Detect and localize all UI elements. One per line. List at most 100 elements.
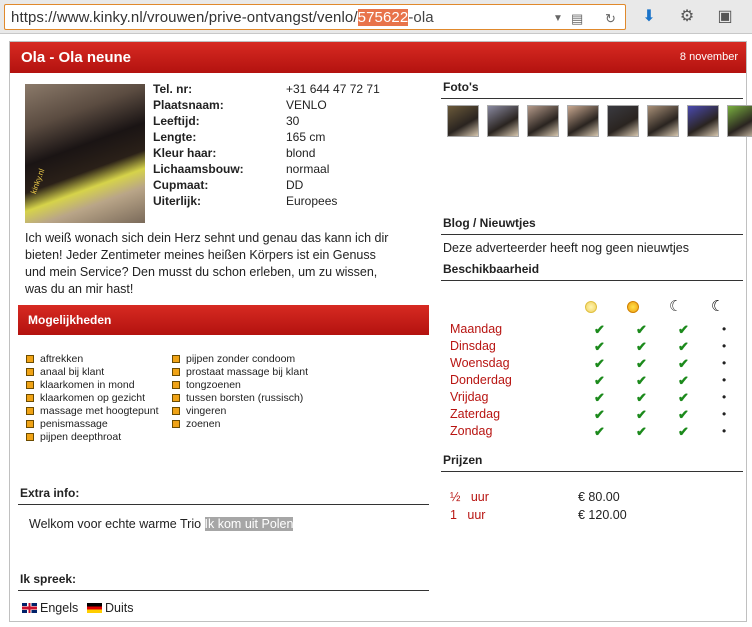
- check-icon: ✔: [678, 424, 689, 439]
- check-icon: ✔: [678, 373, 689, 388]
- photo-thumbnail[interactable]: [527, 105, 559, 137]
- day-name: Woensdag: [450, 356, 510, 370]
- profile-description: Ich weiß wonach sich dein Herz sehnt und…: [25, 231, 389, 296]
- check-icon: ✔: [636, 339, 647, 354]
- bullet-icon: [172, 381, 180, 389]
- profile-label: Tel. nr:: [153, 82, 193, 96]
- profile-value: blond: [286, 146, 316, 160]
- language-german: Duits: [87, 601, 133, 615]
- profile-photo[interactable]: [25, 84, 145, 223]
- night-moon-icon: ☾: [711, 298, 725, 315]
- photo-thumbnail[interactable]: [487, 105, 519, 137]
- dropdown-arrow-icon[interactable]: ▼: [553, 13, 563, 24]
- unavailable-dot: •: [722, 356, 727, 370]
- day-name: Vrijdag: [450, 390, 489, 404]
- profile-label: Uiterlijk:: [153, 194, 202, 208]
- mogelijkheid-item: klaarkomen op gezicht: [26, 392, 159, 405]
- bullet-icon: [26, 407, 34, 415]
- photo-thumbnail[interactable]: [687, 105, 719, 137]
- page-title: Ola - Ola neune: [21, 49, 132, 66]
- browser-toolbar: https://www.kinky.nl/vrouwen/prive-ontva…: [0, 0, 752, 34]
- mogelijkheid-item: vingeren: [172, 405, 308, 418]
- price-value: € 80.00: [578, 490, 620, 504]
- bullet-icon: [26, 433, 34, 441]
- bullet-icon: [26, 368, 34, 376]
- profile-value: VENLO: [286, 98, 327, 112]
- mogelijkheid-item: zoenen: [172, 418, 308, 431]
- bullet-icon: [26, 355, 34, 363]
- url-input[interactable]: https://www.kinky.nl/vrouwen/prive-ontva…: [4, 4, 626, 30]
- mogelijkheid-item: penismassage: [26, 418, 159, 431]
- check-icon: ✔: [678, 407, 689, 422]
- day-name: Zaterdag: [450, 407, 501, 421]
- mogelijkheid-item: anaal bij klant: [26, 366, 159, 379]
- day-name: Dinsdag: [450, 339, 496, 353]
- prices-title: Prijzen: [443, 453, 483, 467]
- price-unit: ½ uur: [450, 490, 489, 504]
- check-icon: ✔: [636, 407, 647, 422]
- check-icon: ✔: [594, 373, 605, 388]
- check-icon: ✔: [678, 390, 689, 405]
- profile-value: 165 cm: [286, 130, 326, 144]
- check-icon: ✔: [594, 356, 605, 371]
- photo-thumbnail[interactable]: [727, 105, 752, 137]
- profile-value: 30: [286, 114, 300, 128]
- profile-label: Lichaamsbouw:: [153, 162, 244, 176]
- availability-title: Beschikbaarheid: [443, 262, 540, 276]
- post-date: 8 november: [679, 51, 738, 63]
- bullet-icon: [26, 420, 34, 428]
- reload-icon[interactable]: ↻: [605, 11, 616, 27]
- divider: [441, 98, 743, 99]
- mogelijkheden-list-1: aftrekken anaal bij klant klaarkomen in mo…: [26, 353, 159, 444]
- profile-value: DD: [286, 178, 304, 192]
- day-name: Zondag: [450, 424, 493, 438]
- photo-thumbnail[interactable]: [447, 105, 479, 137]
- divider: [18, 504, 429, 505]
- blog-title: Blog / Nieuwtjes: [443, 216, 536, 230]
- bullet-icon: [172, 368, 180, 376]
- download-icon[interactable]: ⬇: [638, 6, 660, 28]
- bullet-icon: [172, 355, 180, 363]
- check-icon: ✔: [636, 424, 647, 439]
- mogelijkheid-item: klaarkomen in mond: [26, 379, 159, 392]
- check-icon: ✔: [678, 339, 689, 354]
- profile-label: Plaatsnaam:: [153, 98, 224, 112]
- unavailable-dot: •: [722, 322, 727, 336]
- bullet-icon: [172, 407, 180, 415]
- photo-thumbnail[interactable]: [607, 105, 639, 137]
- german-flag-icon: [87, 603, 102, 613]
- clipboard-icon[interactable]: ▣: [714, 6, 736, 28]
- blog-text: Deze adverteerder heeft nog geen nieuwtj…: [443, 241, 689, 255]
- extension-icon[interactable]: ⚙: [676, 6, 698, 28]
- photo-thumbnail[interactable]: [567, 105, 599, 137]
- mogelijkheden-bar: Mogelijkheden: [18, 305, 429, 335]
- bullet-icon: [26, 394, 34, 402]
- check-icon: ✔: [594, 322, 605, 337]
- check-icon: ✔: [678, 356, 689, 371]
- reader-view-icon[interactable]: ▤: [571, 11, 583, 27]
- price-value: € 120.00: [578, 508, 627, 522]
- profile-label: Cupmaat:: [153, 178, 209, 192]
- mogelijkheid-item: pijpen zonder condoom: [172, 353, 308, 366]
- profile-label: Leeftijd:: [153, 114, 200, 128]
- morning-sun-icon: [585, 301, 597, 313]
- mogelijkheden-title: Mogelijkheden: [28, 313, 112, 327]
- check-icon: ✔: [594, 424, 605, 439]
- profile-value: Europees: [286, 194, 338, 208]
- mogelijkheid-item: aftrekken: [26, 353, 159, 366]
- profile-label: Lengte:: [153, 130, 197, 144]
- photo-thumbnail[interactable]: [647, 105, 679, 137]
- language-english: Engels: [22, 601, 78, 615]
- check-icon: ✔: [594, 407, 605, 422]
- bullet-icon: [172, 420, 180, 428]
- profile-page: Ola - Ola neune 8 november kinky.nl Tel.…: [9, 41, 752, 622]
- unavailable-dot: •: [722, 339, 727, 353]
- bullet-icon: [172, 394, 180, 402]
- bullet-icon: [26, 381, 34, 389]
- divider: [441, 234, 743, 235]
- photos-title: Foto's: [443, 80, 479, 94]
- divider: [18, 590, 429, 591]
- mogelijkheden-list-2: pijpen zonder condoom prostaat massage bi…: [172, 353, 308, 431]
- unavailable-dot: •: [722, 373, 727, 387]
- check-icon: ✔: [594, 390, 605, 405]
